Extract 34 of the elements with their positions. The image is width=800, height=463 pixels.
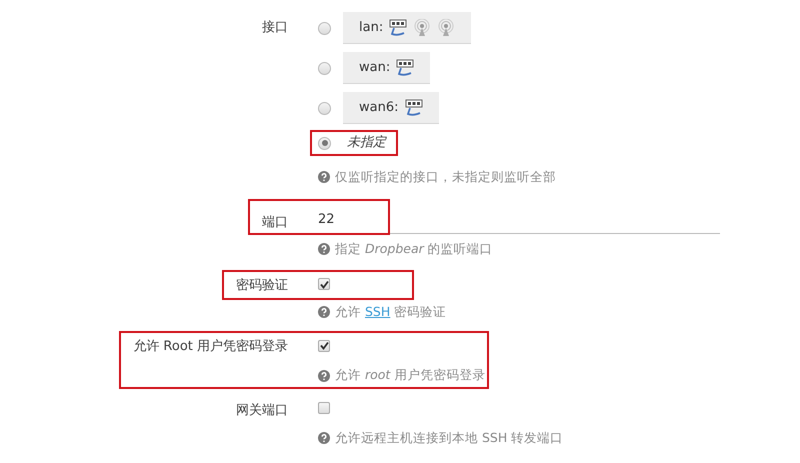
ethernet-port-icon	[396, 58, 414, 76]
checkbox[interactable]	[318, 340, 330, 352]
check-icon	[320, 341, 328, 350]
field-label: 网关端口	[236, 403, 288, 418]
help-icon	[318, 432, 330, 444]
interface-option[interactable]: lan:	[343, 12, 472, 44]
ethernet-port-icon	[404, 98, 422, 116]
hint-text: 允许 root 用户凭密码登录	[335, 366, 486, 384]
help-icon	[318, 306, 330, 318]
port-input[interactable]: 22	[318, 206, 720, 234]
radio-button[interactable]	[318, 136, 331, 150]
interface-option[interactable]: wan6:	[343, 92, 438, 124]
hint-text: 允许远程主机连接到本地 SSH 转发端口	[335, 429, 564, 447]
radio-button[interactable]	[318, 22, 331, 34]
ethernet-port-icon	[389, 18, 408, 36]
interface-option[interactable]: 未指定	[343, 132, 396, 154]
checkbox[interactable]	[318, 278, 330, 290]
hint-text: 仅监听指定的接口，未指定则监听全部	[335, 168, 556, 186]
help-icon	[318, 370, 330, 382]
wireless-antenna-icon	[413, 18, 432, 36]
field-label: 允许 Root 用户凭密码登录	[133, 339, 288, 354]
field-label: 密码验证	[236, 278, 288, 292]
checkbox[interactable]	[318, 402, 330, 414]
hint-text: 允许 SSH 密码验证	[335, 302, 446, 320]
help-icon	[318, 171, 330, 184]
interface-option[interactable]: wan:	[343, 52, 430, 84]
radio-button[interactable]	[318, 102, 331, 114]
help-icon	[318, 243, 330, 256]
field-label: 端口	[262, 214, 288, 230]
field-label: 接口	[262, 20, 288, 35]
hint-text: 指定 Dropbear 的监听端口	[335, 240, 493, 258]
wireless-antenna-icon	[437, 18, 456, 36]
check-icon	[320, 280, 328, 288]
radio-button[interactable]	[318, 62, 331, 74]
